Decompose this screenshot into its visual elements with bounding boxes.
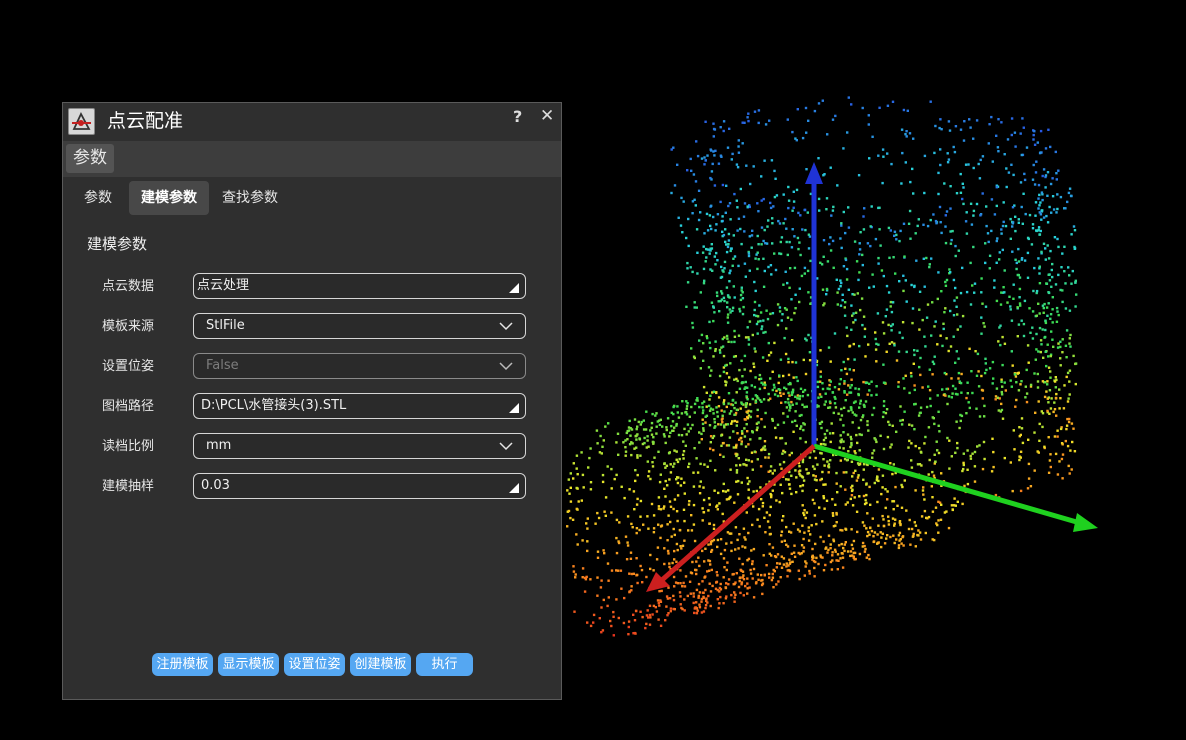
read-scale-value: mm bbox=[206, 438, 232, 453]
tab-search-params[interactable]: 查找参数 bbox=[215, 181, 285, 215]
tab-params[interactable]: 参数 bbox=[75, 181, 121, 215]
set-pose-value: False bbox=[206, 358, 239, 373]
point-cloud bbox=[566, 96, 1078, 637]
title-bar[interactable]: 点云配准 ? ✕ bbox=[63, 103, 561, 141]
close-icon[interactable]: ✕ bbox=[540, 106, 554, 126]
execute-button[interactable]: 执行 bbox=[416, 653, 473, 676]
axis-y bbox=[813, 443, 1098, 532]
resize-corner-icon bbox=[509, 283, 519, 293]
point-cloud-value: 点云处理 bbox=[197, 278, 250, 293]
create-template-button[interactable]: 创建模板 bbox=[350, 653, 411, 676]
chevron-down-icon bbox=[499, 322, 513, 331]
help-button[interactable]: ? bbox=[513, 107, 522, 126]
group-bar: 参数 bbox=[63, 141, 561, 177]
template-source-label: 模板来源 bbox=[102, 319, 155, 334]
point-cloud-label: 点云数据 bbox=[102, 279, 155, 294]
tab-modeling-params[interactable]: 建模参数 bbox=[129, 181, 209, 215]
chevron-down-icon bbox=[499, 362, 513, 371]
show-template-button[interactable]: 显示模板 bbox=[218, 653, 279, 676]
read-scale-label: 读档比例 bbox=[102, 439, 155, 454]
file-path-value: D:\PCL\水管接头(3).STL bbox=[201, 398, 347, 413]
app-logo-icon bbox=[68, 108, 95, 135]
resize-corner-icon bbox=[509, 483, 519, 493]
sampling-label: 建模抽样 bbox=[102, 479, 155, 494]
set-pose-label: 设置位姿 bbox=[102, 359, 155, 374]
register-template-button[interactable]: 注册模板 bbox=[152, 653, 213, 676]
file-path-input[interactable]: D:\PCL\水管接头(3).STL bbox=[193, 393, 526, 419]
point-cloud-input[interactable]: 点云处理 bbox=[193, 273, 526, 299]
template-source-value: StlFile bbox=[206, 318, 245, 333]
group-tab-params[interactable]: 参数 bbox=[66, 144, 114, 173]
set-pose-button[interactable]: 设置位姿 bbox=[284, 653, 345, 676]
read-scale-select[interactable]: mm bbox=[193, 433, 526, 459]
template-source-select[interactable]: StlFile bbox=[193, 313, 526, 339]
file-path-label: 图档路径 bbox=[102, 399, 155, 414]
resize-corner-icon bbox=[509, 403, 519, 413]
set-pose-select: False bbox=[193, 353, 526, 379]
sampling-value: 0.03 bbox=[201, 478, 230, 493]
point-cloud-registration-dialog: 点云配准 ? ✕ 参数 参数 建模参数 查找参数 建模参数 点云数据 点云处理 … bbox=[62, 102, 562, 700]
axis-z bbox=[805, 162, 823, 446]
section-title: 建模参数 bbox=[87, 235, 148, 253]
dialog-title: 点云配准 bbox=[107, 110, 184, 132]
sampling-input[interactable]: 0.03 bbox=[193, 473, 526, 499]
chevron-down-icon bbox=[499, 442, 513, 451]
